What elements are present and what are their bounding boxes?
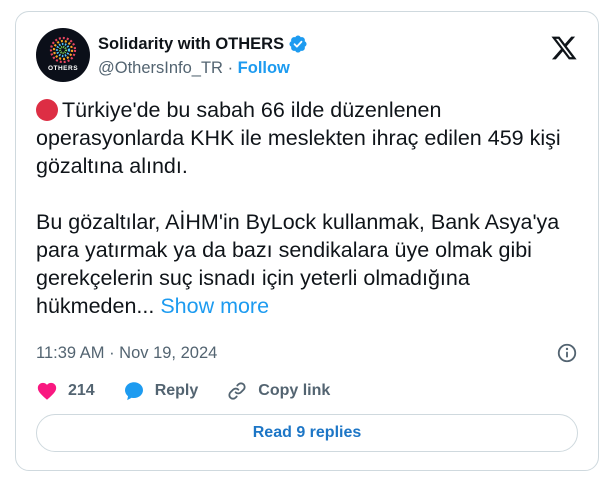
tweet-text: Türkiye'de bu sabah 66 ilde düzenlenen o…: [36, 96, 576, 320]
x-logo-icon[interactable]: [550, 34, 578, 62]
likes-count: 214: [68, 382, 95, 399]
reply-label: Reply: [154, 382, 199, 399]
like-button[interactable]: 214: [36, 380, 95, 402]
show-more-link[interactable]: Show more: [160, 294, 269, 318]
handle-separator: ·: [227, 59, 234, 77]
tweet-card: OTHERS Solidarity with OTHERS @OthersInf…: [15, 11, 599, 471]
verified-badge-icon: [289, 35, 307, 53]
red-circle-icon: [36, 99, 58, 121]
handle[interactable]: @OthersInfo_TR: [98, 59, 223, 77]
avatar-label: OTHERS: [47, 65, 79, 72]
tweet-paragraph-2: Bu gözaltılar, AİHM'in ByLock kullanmak,…: [36, 208, 576, 320]
tweet-header: OTHERS Solidarity with OTHERS @OthersInf…: [36, 28, 578, 84]
tweet-paragraph-1-text: Türkiye'de bu sabah 66 ilde düzenlenen o…: [36, 98, 561, 178]
copy-link-label: Copy link: [258, 382, 331, 399]
follow-button[interactable]: Follow: [238, 59, 290, 77]
tweet-timestamp[interactable]: 11:39 AM · Nov 19, 2024: [36, 344, 217, 363]
tweet-paragraph-1: Türkiye'de bu sabah 66 ilde düzenlenen o…: [36, 96, 576, 180]
link-icon: [228, 382, 246, 400]
info-icon[interactable]: [556, 342, 578, 364]
reply-bubble-icon: [124, 382, 143, 401]
avatar-ring-graphic: [49, 36, 77, 64]
avatar[interactable]: OTHERS: [36, 28, 90, 82]
tweet-paragraph-2-text: Bu gözaltılar, AİHM'in ByLock kullanmak,…: [36, 210, 560, 318]
reply-button[interactable]: Reply: [123, 380, 199, 402]
read-replies-button[interactable]: Read 9 replies: [36, 414, 578, 452]
heart-icon: [37, 382, 57, 400]
name-row: Solidarity with OTHERS: [98, 33, 308, 55]
action-bar: 214 Reply Copy link: [36, 379, 578, 403]
copy-link-button[interactable]: Copy link: [226, 380, 330, 402]
handle-row: @OthersInfo_TR · Follow: [98, 59, 290, 78]
display-name[interactable]: Solidarity with OTHERS: [98, 35, 284, 54]
